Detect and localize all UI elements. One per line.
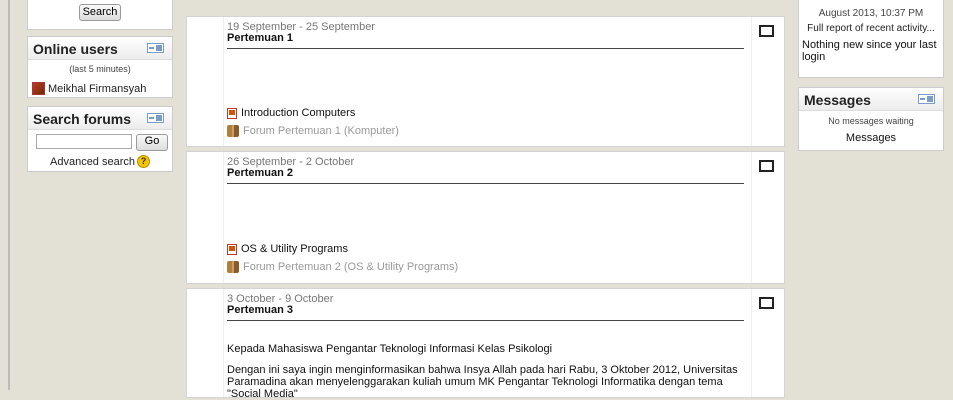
forum-icon xyxy=(227,261,239,273)
online-user-name[interactable]: Meikhal Firmansyah xyxy=(48,83,146,95)
section-right-gutter xyxy=(751,152,784,283)
block-header: Online users xyxy=(28,37,172,60)
section-title: Pertemuan 1 xyxy=(227,32,294,44)
block-header: Messages xyxy=(799,88,943,111)
presentation-icon xyxy=(227,107,237,119)
activity-item[interactable]: Forum Pertemuan 2 (OS & Utility Programs… xyxy=(227,261,458,273)
section-title: Pertemuan 2 xyxy=(227,167,294,179)
online-user-item[interactable]: Meikhal Firmansyah xyxy=(32,82,146,95)
messages-block: Messages No messages waiting Messages xyxy=(798,87,944,151)
online-users-period: (last 5 minutes) xyxy=(69,64,131,74)
section-right-gutter xyxy=(751,17,784,146)
page-left-border xyxy=(8,0,10,390)
hide-block-icon[interactable] xyxy=(918,94,935,104)
activity-link[interactable]: Forum Pertemuan 1 (Komputer) xyxy=(243,125,399,137)
highlight-checkbox-icon[interactable] xyxy=(759,297,774,309)
course-section: 19 September - 25 September Pertemuan 1 … xyxy=(186,16,785,147)
recent-activity-block: August 2013, 10:37 PM Full report of rec… xyxy=(798,0,944,78)
search-courses-block: Search xyxy=(27,0,173,30)
section-left-gutter xyxy=(187,289,224,397)
recent-activity-status: Nothing new since your last login xyxy=(802,39,937,63)
block-title: Search forums xyxy=(33,111,132,127)
activity-item[interactable]: OS & Utility Programs xyxy=(227,243,348,255)
hide-block-icon[interactable] xyxy=(147,113,164,123)
activity-item[interactable]: Forum Pertemuan 1 (Komputer) xyxy=(227,125,399,137)
forum-search-row: Go xyxy=(36,134,168,151)
search-button[interactable]: Search xyxy=(79,4,121,21)
search-forums-block: Search forums Go Advanced search ? xyxy=(27,106,173,172)
course-section: 3 October - 9 October Pertemuan 3 Kepada… xyxy=(186,288,785,400)
recent-activity-since: August 2013, 10:37 PM xyxy=(818,8,924,19)
section-left-gutter xyxy=(187,152,224,283)
section-divider xyxy=(227,183,744,184)
highlight-checkbox-icon[interactable] xyxy=(759,25,774,37)
activity-link[interactable]: Forum Pertemuan 2 (OS & Utility Programs… xyxy=(243,261,458,273)
help-icon[interactable]: ? xyxy=(137,155,150,168)
block-title: Online users xyxy=(33,41,118,57)
avatar xyxy=(32,82,45,95)
advanced-search-row: Advanced search ? xyxy=(50,155,150,168)
forum-search-input[interactable] xyxy=(36,134,132,149)
course-section: 26 September - 2 October Pertemuan 2 OS … xyxy=(186,151,785,284)
activity-link[interactable]: Introduction Computers xyxy=(241,107,355,119)
forum-icon xyxy=(227,125,239,137)
online-users-block: Online users (last 5 minutes) Meikhal Fi… xyxy=(27,36,173,98)
section-summary-text: Dengan ini saya ingin menginformasikan b… xyxy=(227,364,738,400)
section-divider xyxy=(227,48,744,49)
highlight-checkbox-icon[interactable] xyxy=(759,160,774,172)
section-summary-heading: Kepada Mahasiswa Pengantar Teknologi Inf… xyxy=(227,343,553,355)
messages-status: No messages waiting xyxy=(828,116,914,126)
messages-link[interactable]: Messages xyxy=(799,132,943,144)
activity-item[interactable]: Introduction Computers xyxy=(227,107,355,119)
block-header: Search forums xyxy=(28,107,172,130)
section-left-gutter xyxy=(187,17,224,146)
advanced-search-link[interactable]: Advanced search xyxy=(50,156,135,168)
section-title: Pertemuan 3 xyxy=(227,304,294,316)
section-divider xyxy=(227,320,744,321)
block-title: Messages xyxy=(804,92,871,108)
presentation-icon xyxy=(227,243,237,255)
go-button[interactable]: Go xyxy=(136,134,168,151)
section-right-gutter xyxy=(751,289,784,397)
full-report-link[interactable]: Full report of recent activity... xyxy=(799,23,943,34)
activity-link[interactable]: OS & Utility Programs xyxy=(241,243,348,255)
hide-block-icon[interactable] xyxy=(147,43,164,53)
